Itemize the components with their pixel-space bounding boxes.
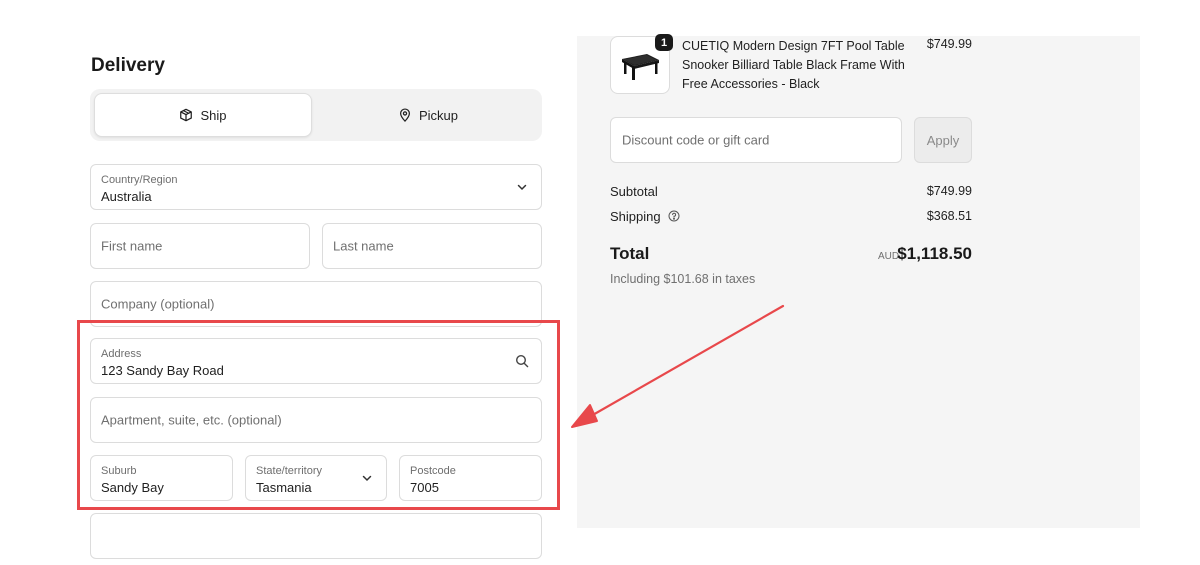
postcode-value: 7005 [410,480,439,495]
pickup-option[interactable]: Pickup [318,93,538,137]
state-select[interactable]: State/territory Tasmania [245,455,387,501]
subtotal-label: Subtotal [610,184,658,199]
quantity-badge: 1 [655,34,673,51]
postcode-label: Postcode [410,465,456,477]
phone-field[interactable] [90,513,542,559]
shipping-label: Shipping [610,209,661,224]
ship-option[interactable]: Ship [94,93,312,137]
first-name-field[interactable]: First name [90,223,310,269]
map-pin-icon [399,108,410,122]
total-label: Total [610,244,650,263]
suburb-value: Sandy Bay [101,480,164,495]
company-field[interactable]: Company (optional) [90,281,542,327]
last-name-field[interactable]: Last name [322,223,542,269]
country-label: Country/Region [101,174,178,186]
delivery-method-toggle: Ship Pickup [90,89,542,141]
pickup-label: Pickup [418,107,459,123]
address-field[interactable]: Address 123 Sandy Bay Road [90,338,542,384]
help-circle-icon[interactable] [668,210,680,222]
pool-table-image [622,54,659,80]
subtotal-value: $749.99 [926,184,972,198]
state-value: Tasmania [256,480,312,495]
package-icon [180,108,193,122]
address-value: 123 Sandy Bay Road [101,363,224,378]
suburb-label: Suburb [101,465,137,477]
state-label: State/territory [256,465,323,477]
country-value: Australia [101,189,152,204]
search-icon [515,354,529,368]
product-price: $749.99 [926,37,972,51]
total-currency: AUD [878,251,900,262]
tax-note: Including $101.68 in taxes [610,272,756,286]
shipping-row: Shipping [610,209,680,224]
discount-placeholder: Discount code or gift card [622,132,770,148]
ship-label: Ship [200,107,227,123]
total-value: $1,118.50 [897,244,972,263]
delivery-heading: Delivery [91,55,165,76]
country-select[interactable]: Country/Region Australia [90,164,542,210]
apply-discount-button[interactable]: Apply [914,117,972,163]
last-name-placeholder: Last name [333,238,394,254]
postcode-field[interactable]: Postcode 7005 [399,455,542,501]
company-placeholder: Company (optional) [101,296,215,312]
product-name: CUETIQ Modern Design 7FT Pool Table Snoo… [682,39,905,91]
chevron-down-icon [362,475,372,482]
apartment-field[interactable]: Apartment, suite, etc. (optional) [90,397,542,443]
chevron-down-icon [517,184,527,191]
address-label: Address [101,348,142,360]
suburb-field[interactable]: Suburb Sandy Bay [90,455,233,501]
first-name-placeholder: First name [101,238,163,254]
apartment-placeholder: Apartment, suite, etc. (optional) [101,412,282,428]
shipping-value: $368.51 [926,209,972,223]
discount-code-input[interactable]: Discount code or gift card [610,117,902,163]
